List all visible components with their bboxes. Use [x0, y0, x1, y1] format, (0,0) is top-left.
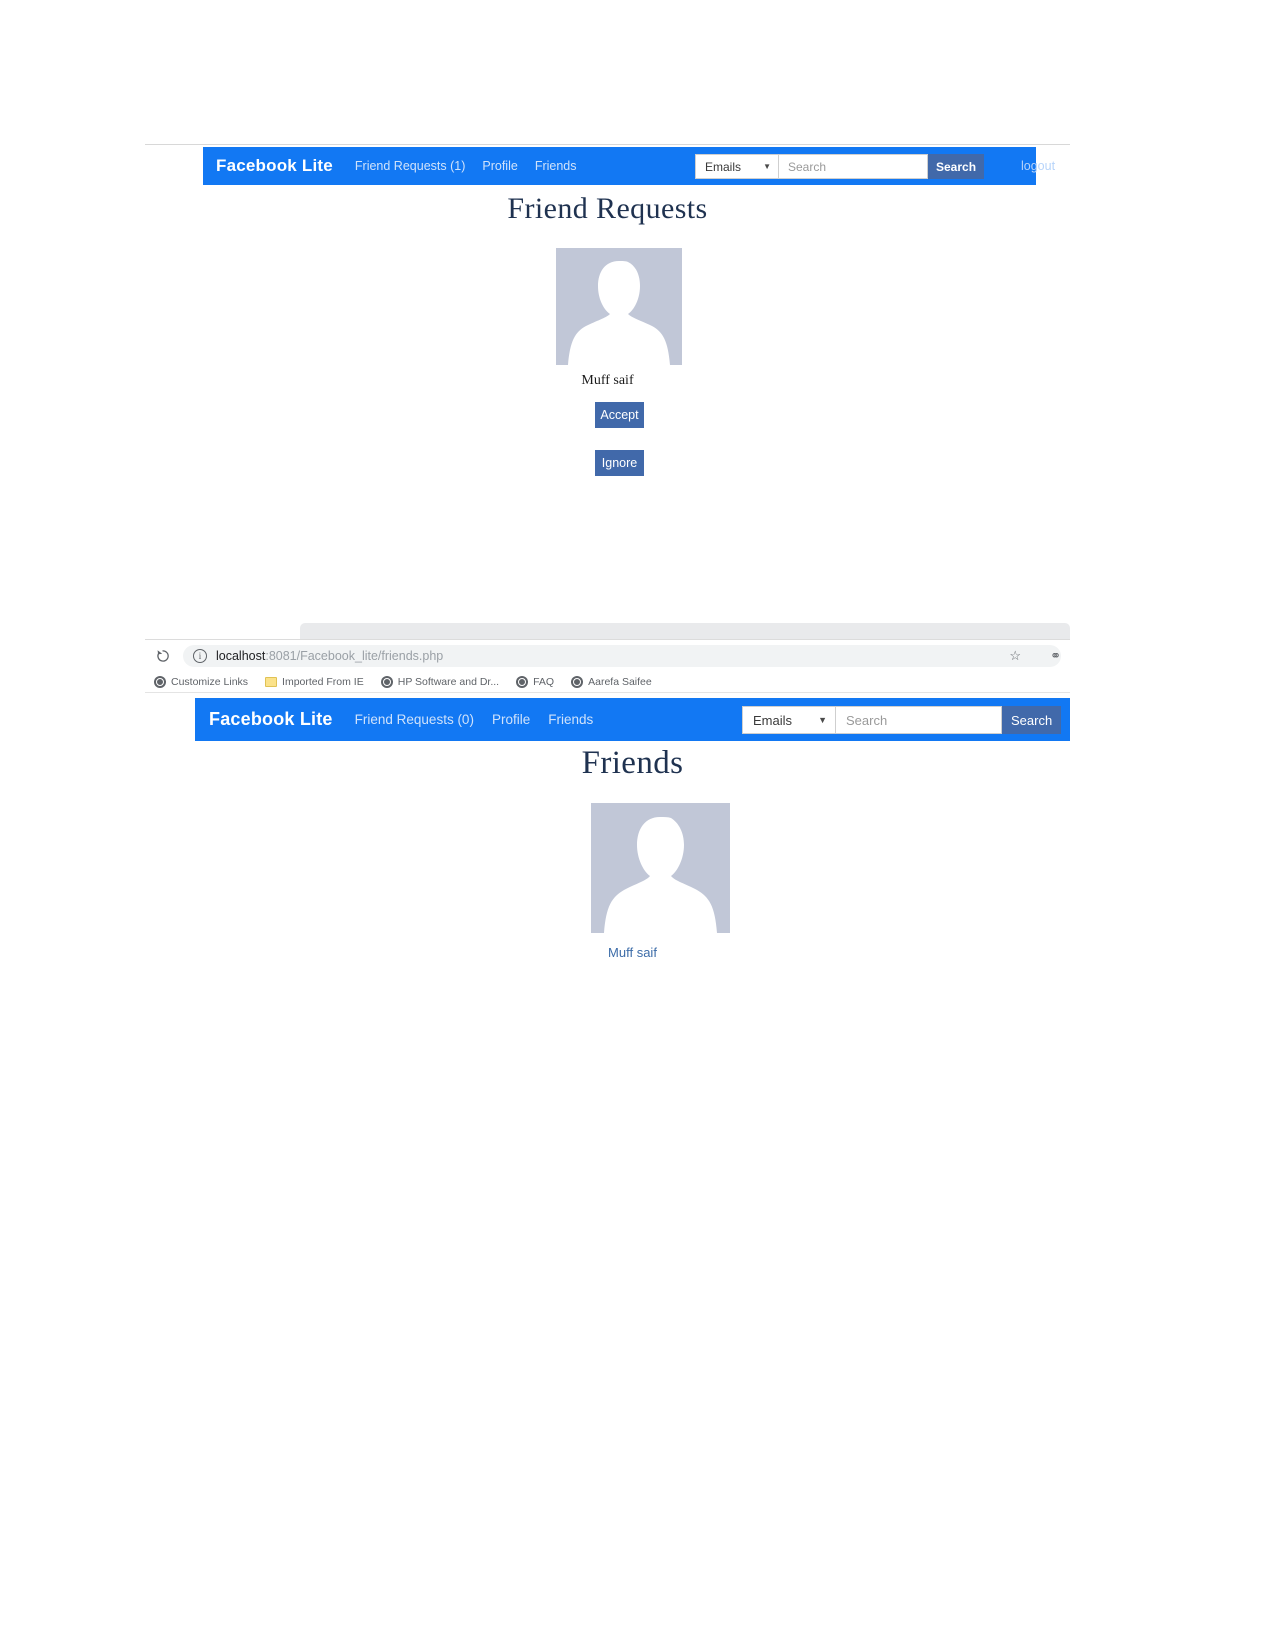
- search-input-placeholder: Search: [846, 712, 888, 728]
- nav-link-profile[interactable]: Profile: [482, 159, 517, 173]
- bookmark-label: HP Software and Dr...: [397, 675, 500, 688]
- navbar-friend-requests: Facebook Lite Friend Requests (1) Profil…: [203, 147, 1055, 185]
- bookmark-label: FAQ: [533, 675, 555, 688]
- page-title: Friends: [581, 745, 684, 781]
- brand-logo[interactable]: Facebook Lite: [216, 156, 333, 176]
- bookmark-aarefa-saifee[interactable]: Aarefa Saifee: [571, 675, 652, 688]
- nav-link-profile[interactable]: Profile: [492, 712, 530, 727]
- ignore-button[interactable]: Ignore: [595, 450, 644, 476]
- screenshot-friends: i localhost:8081/Facebook_lite/friends.p…: [145, 623, 1070, 973]
- url-path: :8081/Facebook_lite/friends.php: [265, 649, 444, 663]
- search-input[interactable]: Search: [778, 154, 928, 179]
- info-icon[interactable]: i: [193, 649, 207, 663]
- search-button[interactable]: Search: [928, 154, 985, 179]
- brand-logo[interactable]: Facebook Lite: [209, 709, 333, 730]
- browser-toolbar: i localhost:8081/Facebook_lite/friends.p…: [145, 639, 1070, 672]
- star-icon[interactable]: ☆: [1009, 648, 1021, 664]
- screenshot-friend-requests: Facebook Lite Friend Requests (1) Profil…: [145, 144, 1070, 504]
- accept-button[interactable]: Accept: [595, 402, 644, 428]
- avatar[interactable]: [591, 803, 730, 933]
- avatar: [556, 248, 682, 365]
- bookmarks-bar: Customize Links Imported From IE HP Soft…: [145, 671, 1070, 693]
- search-form: Emails ▼ Search Search: [695, 154, 985, 179]
- search-category-select[interactable]: Emails ▼: [695, 154, 778, 179]
- nav-link-friend-requests[interactable]: Friend Requests (0): [355, 712, 474, 727]
- nav-link-friends[interactable]: Friends: [535, 159, 577, 173]
- reload-icon[interactable]: [154, 647, 172, 665]
- search-category-select[interactable]: Emails ▼: [742, 706, 835, 734]
- search-input[interactable]: Search: [835, 706, 1002, 734]
- logout-link[interactable]: logout: [1021, 159, 1055, 173]
- globe-icon: [516, 675, 529, 688]
- search-category-value: Emails: [753, 712, 793, 728]
- nav-links: Friend Requests (0) Profile Friends: [355, 712, 594, 727]
- search-button[interactable]: Search: [1002, 706, 1062, 734]
- browser-tab-strip: [300, 623, 1070, 639]
- navbar-friends: Facebook Lite Friend Requests (0) Profil…: [195, 698, 1070, 741]
- profile-avatar-icon[interactable]: ⚭: [1050, 648, 1061, 664]
- address-bar[interactable]: i localhost:8081/Facebook_lite/friends.p…: [183, 645, 1061, 667]
- nav-link-friend-requests[interactable]: Friend Requests (1): [355, 159, 465, 173]
- chevron-down-icon: ▼: [818, 714, 827, 725]
- globe-icon: [571, 675, 584, 688]
- folder-icon: [265, 676, 278, 687]
- nav-links: Friend Requests (1) Profile Friends: [355, 159, 577, 173]
- globe-icon: [380, 675, 393, 688]
- bookmark-label: Aarefa Saifee: [588, 675, 652, 688]
- chevron-down-icon: ▼: [763, 161, 771, 171]
- bookmark-hp-software[interactable]: HP Software and Dr...: [380, 675, 500, 688]
- bookmark-label: Imported From IE: [282, 675, 364, 688]
- friend-name[interactable]: Muff saif: [195, 945, 1070, 960]
- url-host: localhost: [216, 649, 266, 663]
- page-title: Friend Requests: [507, 192, 708, 225]
- bookmark-faq[interactable]: FAQ: [516, 675, 555, 688]
- bookmark-label: Customize Links: [171, 675, 249, 688]
- search-category-value: Emails: [705, 159, 742, 174]
- search-form: Emails ▼ Search Search: [742, 706, 1062, 734]
- nav-link-friends[interactable]: Friends: [548, 712, 593, 727]
- address-bar-url: localhost:8081/Facebook_lite/friends.php: [216, 649, 443, 663]
- screenshot-top-border: [145, 144, 1070, 145]
- bookmark-customize-links[interactable]: Customize Links: [154, 675, 249, 688]
- search-input-placeholder: Search: [788, 159, 827, 174]
- request-person-name: Muff saif: [581, 373, 634, 388]
- globe-icon: [154, 675, 166, 688]
- bookmark-imported-from-ie[interactable]: Imported From IE: [265, 676, 364, 688]
